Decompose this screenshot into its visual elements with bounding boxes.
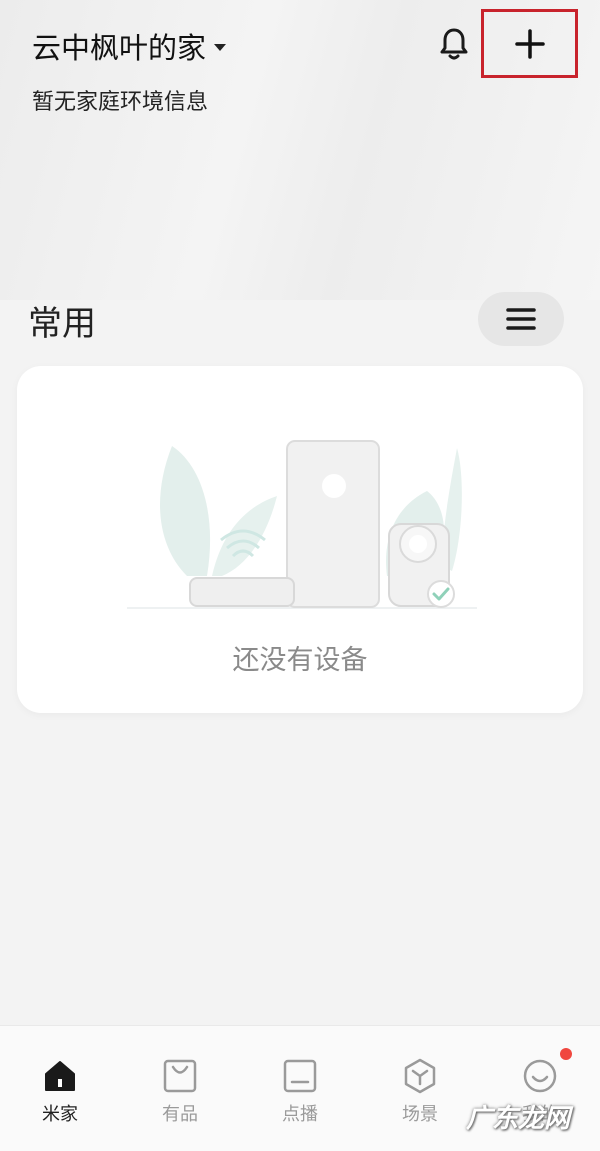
bell-icon [440,28,468,60]
notification-button[interactable] [432,22,476,66]
environment-info: 暂无家庭环境信息 [32,90,209,115]
tab-label: 点播 [282,1104,318,1125]
empty-state-text: 还没有设备 [232,645,368,676]
tab-label: 有品 [162,1104,198,1125]
section-title: 常用 [28,304,96,344]
devices-illustration [127,440,477,609]
home-icon [45,1061,75,1091]
scene-cube-icon [404,1058,436,1094]
play-screen-icon [283,1059,317,1093]
tab-changjing[interactable]: 场景 [360,1026,480,1151]
watermark-text: 广东龙网 [466,1104,571,1134]
empty-devices-card: 还没有设备 [17,366,583,713]
tab-label: 场景 [402,1104,438,1125]
hamburger-icon [506,308,536,330]
tab-youpin[interactable]: 有品 [120,1026,240,1151]
caret-down-icon [214,43,227,51]
tab-label: 米家 [42,1104,78,1125]
smiley-profile-icon [523,1059,557,1093]
tab-mijia[interactable]: 米家 [0,1026,120,1151]
add-device-button[interactable] [481,9,578,78]
plus-icon [514,28,545,59]
section-menu-button[interactable] [478,292,564,346]
header: 云中枫叶的家 暂无家庭环境信息 [0,0,600,130]
tab-dianbo[interactable]: 点播 [240,1026,360,1151]
home-selector[interactable]: 云中枫叶的家 [32,26,227,66]
home-name: 云中枫叶的家 [32,31,207,65]
shopping-bag-icon [163,1059,197,1093]
notification-badge [560,1048,572,1060]
